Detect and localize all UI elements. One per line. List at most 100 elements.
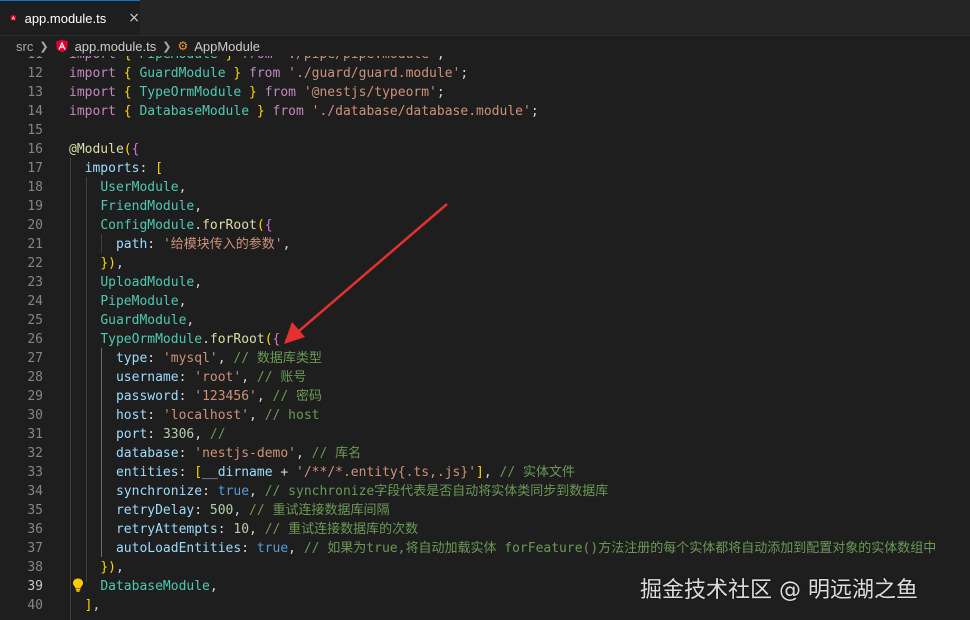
line-number: 12	[27, 66, 43, 81]
code-line[interactable]: 30 host: 'localhost', // host	[0, 406, 970, 425]
code-line[interactable]: 35 retryDelay: 500, // 重试连接数据库间隔	[0, 501, 970, 520]
line-number: 11	[0, 56, 43, 64]
line-number: 24	[27, 294, 43, 309]
code-line[interactable]: 15	[0, 121, 970, 140]
code-line[interactable]: 11 import { PipeModule } from './pipe/pip…	[0, 56, 970, 64]
line-number: 39	[27, 579, 43, 594]
line-number: 35	[27, 503, 43, 518]
code-line[interactable]: 20 ConfigModule.forRoot({	[0, 216, 970, 235]
line-number: 27	[27, 351, 43, 366]
code-text: ],	[84, 598, 101, 613]
code-line[interactable]: 22 }),	[0, 254, 970, 273]
code-text: password: '123456', // 密码	[115, 389, 323, 404]
code-line[interactable]: 16 @Module({	[0, 140, 970, 159]
line-number: 33	[27, 465, 43, 480]
code-editor[interactable]: 11 import { PipeModule } from './pipe/pip…	[0, 56, 970, 620]
line-number: 40	[27, 598, 43, 613]
breadcrumb-folder[interactable]: src	[16, 39, 33, 54]
code-line[interactable]: 17 imports: [	[0, 159, 970, 178]
code-text: import { PipeModule } from './pipe/pipe.…	[69, 56, 445, 64]
code-line[interactable]: 25 GuardModule,	[0, 311, 970, 330]
indent-guide	[101, 234, 102, 253]
code-line[interactable]: 13 import { TypeOrmModule } from '@nestjs…	[0, 83, 970, 102]
code-text: }),	[100, 560, 124, 575]
code-line[interactable]: 32 database: 'nestjs-demo', // 库名	[0, 444, 970, 463]
line-number: 20	[27, 218, 43, 233]
line-number: 32	[27, 446, 43, 461]
line-number: 30	[27, 408, 43, 423]
line-number: 23	[27, 275, 43, 290]
code-text: username: 'root', // 账号	[115, 370, 307, 385]
code-line[interactable]: 18 UserModule,	[0, 178, 970, 197]
tab-title: app.module.ts	[24, 10, 107, 26]
line-number: 21	[27, 237, 43, 252]
code-text: path: '给模块传入的参数',	[115, 237, 291, 252]
code-text: entities: [__dirname + '/**/*.entity{.ts…	[115, 465, 575, 480]
code-line[interactable]: 12 import { GuardModule } from './guard/g…	[0, 64, 970, 83]
chevron-right-icon: ❯	[39, 40, 49, 53]
code-text: DatabaseModule,	[100, 579, 218, 594]
line-number: 25	[27, 313, 43, 328]
watermark: 掘金技术社区 @ 明远湖之鱼	[640, 578, 918, 603]
code-line[interactable]: 23 UploadModule,	[0, 273, 970, 292]
code-line[interactable]: 29 password: '123456', // 密码	[0, 387, 970, 406]
code-text: import { GuardModule } from './guard/gua…	[69, 66, 469, 81]
code-line[interactable]: 28 username: 'root', // 账号	[0, 368, 970, 387]
line-number: 26	[27, 332, 43, 347]
indent-guide-active	[101, 348, 102, 557]
close-icon[interactable]: ×	[128, 10, 140, 26]
line-number: 19	[27, 199, 43, 214]
code-text: }),	[100, 256, 124, 271]
lightbulb-icon[interactable]	[72, 578, 84, 592]
breadcrumb-symbol[interactable]: AppModule	[194, 39, 260, 54]
code-line[interactable]: 21 path: '给模块传入的参数',	[0, 235, 970, 254]
line-number: 13	[27, 85, 43, 100]
angular-icon	[55, 39, 68, 53]
code-line[interactable]: 34 synchronize: true, // synchronize字段代表…	[0, 482, 970, 501]
code-line[interactable]: 37 autoLoadEntities: true, // 如果为true,将自…	[0, 539, 970, 558]
line-number: 29	[27, 389, 43, 404]
code-text: GuardModule,	[100, 313, 195, 328]
code-text: autoLoadEntities: true, // 如果为true,将自动加载…	[115, 541, 937, 556]
code-line[interactable]: 27 type: 'mysql', // 数据库类型	[0, 349, 970, 368]
line-number: 28	[27, 370, 43, 385]
line-number: 37	[27, 541, 43, 556]
code-text: retryAttempts: 10, // 重试连接数据库的次数	[115, 522, 419, 537]
code-text: database: 'nestjs-demo', // 库名	[115, 446, 362, 461]
code-lines: 11 import { PipeModule } from './pipe/pip…	[0, 56, 970, 615]
code-text: import { TypeOrmModule } from '@nestjs/t…	[69, 85, 445, 100]
code-text: import { DatabaseModule } from './databa…	[69, 104, 539, 119]
code-line[interactable]: 36 retryAttempts: 10, // 重试连接数据库的次数	[0, 520, 970, 539]
code-text: TypeOrmModule.forRoot({	[100, 332, 281, 347]
line-number: 16	[27, 142, 43, 157]
line-number: 31	[27, 427, 43, 442]
code-line[interactable]: 31 port: 3306, //	[0, 425, 970, 444]
code-line[interactable]: 19 FriendModule,	[0, 197, 970, 216]
code-line[interactable]: 33 entities: [__dirname + '/**/*.entity{…	[0, 463, 970, 482]
line-number: 15	[27, 123, 43, 138]
indent-guide	[86, 177, 87, 582]
chevron-right-icon: ❯	[162, 40, 172, 53]
code-text: imports: [	[84, 161, 163, 176]
tab-app-module[interactable]: app.module.ts ×	[0, 0, 140, 35]
code-text: UploadModule,	[100, 275, 203, 290]
code-text: retryDelay: 500, // 重试连接数据库间隔	[115, 503, 390, 518]
line-number: 38	[27, 560, 43, 575]
code-text: @Module({	[69, 142, 140, 157]
line-number: 17	[27, 161, 43, 176]
line-number: 18	[27, 180, 43, 195]
code-text: host: 'localhost', // host	[115, 408, 320, 423]
line-number: 36	[27, 522, 43, 537]
code-text: port: 3306, //	[115, 427, 226, 442]
tab-bar: app.module.ts ×	[0, 0, 970, 36]
line-number: 34	[27, 484, 43, 499]
line-number: 14	[27, 104, 43, 119]
code-line[interactable]: 24 PipeModule,	[0, 292, 970, 311]
code-line[interactable]: 26 TypeOrmModule.forRoot({	[0, 330, 970, 349]
breadcrumb-file[interactable]: app.module.ts	[75, 39, 157, 54]
code-text: synchronize: true, // synchronize字段代表是否自…	[115, 484, 609, 499]
code-line[interactable]: 14 import { DatabaseModule } from './data…	[0, 102, 970, 121]
breadcrumb: src ❯ app.module.ts ❯ ⚙ AppModule	[0, 36, 970, 56]
code-text: FriendModule,	[100, 199, 203, 214]
angular-icon	[10, 14, 17, 22]
